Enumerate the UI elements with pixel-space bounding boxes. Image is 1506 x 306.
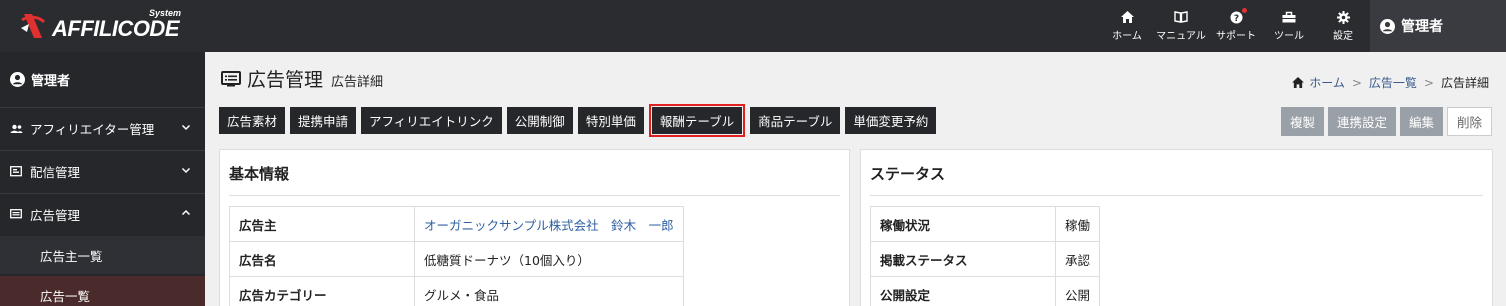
- sidebar-subitem-label: 広告一覧: [40, 288, 91, 304]
- row-key: 掲載ステータス: [870, 241, 1056, 277]
- tab-publish-control[interactable]: 公開制御: [506, 107, 573, 134]
- topnav-manual[interactable]: マニュアル: [1155, 0, 1207, 52]
- topnav-tools-label: ツール: [1274, 31, 1304, 42]
- sidebar-user: 管理者: [0, 52, 205, 107]
- breadcrumb-list-link[interactable]: 広告一覧: [1369, 74, 1417, 91]
- topnav-home-label: ホーム: [1112, 31, 1142, 42]
- topnav-tools[interactable]: ツール: [1270, 0, 1308, 52]
- divider: [229, 195, 840, 196]
- chevron-up-icon: [181, 209, 191, 216]
- advertiser-link[interactable]: オーガニックサンプル株式会社 鈴木 一郎: [414, 206, 684, 242]
- breadcrumb-home-link[interactable]: ホーム: [1309, 74, 1345, 91]
- breadcrumb-current: 広告詳細: [1440, 76, 1489, 90]
- row-key: 広告カテゴリー: [229, 276, 415, 306]
- chevron-down-icon: [181, 167, 191, 174]
- tab-reward-table[interactable]: 報酬テーブル: [648, 104, 746, 137]
- sidebar-subitem-advertisers[interactable]: 広告主一覧: [0, 236, 205, 274]
- tab-affiliate-link[interactable]: アフィリエイトリンク: [361, 107, 502, 134]
- ad-icon: [10, 209, 24, 221]
- row-value: 稼働: [1054, 206, 1101, 242]
- tab-special-price[interactable]: 特別単価: [577, 107, 644, 134]
- page-title-text: 広告管理: [247, 69, 324, 91]
- logo-text: AFFILICODE: [52, 16, 180, 41]
- logo-mark-icon: [21, 14, 46, 38]
- home-icon: [1119, 10, 1135, 24]
- table-row: 掲載ステータス 承認: [870, 241, 1101, 277]
- breadcrumb: ホーム > 広告一覧 > 広告詳細: [1292, 74, 1489, 91]
- tab-partnership-requests[interactable]: 提携申請: [290, 107, 357, 134]
- table-row: 広告名 低糖質ドーナツ（10個入り）: [229, 241, 684, 277]
- sidebar-item-ads[interactable]: 広告管理: [0, 193, 205, 235]
- app-logo[interactable]: AFFILICODE System: [18, 8, 198, 46]
- sidebar-subitem-ads-list[interactable]: 広告一覧: [0, 276, 205, 306]
- topnav-support[interactable]: ? サポート: [1214, 0, 1258, 52]
- row-key: 公開設定: [870, 276, 1056, 306]
- user-circle-icon: [10, 72, 25, 87]
- delete-button[interactable]: 削除: [1446, 107, 1492, 136]
- row-value: グルメ・食品: [414, 276, 684, 306]
- book-icon: [1173, 10, 1189, 24]
- chevron-down-icon: [181, 124, 191, 131]
- row-key: 稼働状況: [870, 206, 1056, 242]
- logo-sub-text: System: [149, 8, 182, 18]
- delivery-icon: [10, 166, 24, 178]
- topnav-settings-label: 設定: [1333, 31, 1353, 42]
- action-buttons: 複製 連携設定 編集 削除: [1277, 107, 1492, 136]
- table-row: 広告カテゴリー グルメ・食品: [229, 276, 684, 306]
- divider: [870, 195, 1483, 196]
- basic-info-table: 広告主 オーガニックサンプル株式会社 鈴木 一郎 広告名 低糖質ドーナツ（10個…: [229, 206, 684, 306]
- ad-list-icon: [221, 71, 241, 87]
- row-key: 広告名: [229, 241, 415, 277]
- help-icon: ?: [1228, 8, 1247, 24]
- topnav-settings[interactable]: 設定: [1326, 0, 1360, 52]
- status-title: ステータス: [870, 165, 946, 183]
- tab-product-table[interactable]: 商品テーブル: [750, 107, 841, 134]
- sidebar-item-label: アフィリエイター管理: [30, 122, 155, 137]
- row-value: 承認: [1054, 241, 1101, 277]
- user-circle-icon: [1380, 18, 1395, 34]
- users-icon: [10, 123, 24, 135]
- gear-icon: [1335, 10, 1351, 24]
- page-subtitle: 広告詳細: [331, 75, 384, 90]
- page-title: 広告管理 広告詳細: [221, 65, 383, 92]
- basic-info-title: 基本情報: [229, 165, 290, 183]
- sidebar-subitem-label: 広告主一覧: [40, 248, 103, 264]
- tab-price-change-reservation[interactable]: 単価変更予約: [845, 107, 937, 134]
- admin-menu[interactable]: 管理者: [1370, 0, 1506, 52]
- ad-detail-tabs: 広告素材 提携申請 アフィリエイトリンク 公開制御 特別単価 報酬テーブル 商品…: [219, 104, 941, 137]
- topnav-support-label: サポート: [1216, 31, 1256, 42]
- top-bar: AFFILICODE System ホーム マニュアル ? サポート ツール 設…: [0, 0, 1506, 52]
- tab-ad-materials[interactable]: 広告素材: [219, 107, 286, 134]
- basic-info-panel: 基本情報 広告主 オーガニックサンプル株式会社 鈴木 一郎 広告名 低糖質ドーナ…: [219, 149, 850, 306]
- status-table: 稼働状況 稼働 掲載ステータス 承認 公開設定 公開: [870, 206, 1101, 306]
- main-content: 広告管理 広告詳細 ホーム > 広告一覧 > 広告詳細 広告素材 提携申請 アフ…: [205, 52, 1506, 306]
- admin-menu-label: 管理者: [1401, 19, 1443, 35]
- link-settings-button[interactable]: 連携設定: [1327, 107, 1396, 136]
- svg-text:?: ?: [1233, 14, 1238, 24]
- sidebar-item-delivery[interactable]: 配信管理: [0, 150, 205, 192]
- topnav-home[interactable]: ホーム: [1108, 0, 1146, 52]
- breadcrumb-separator: >: [1351, 75, 1362, 90]
- sidebar-item-affiliator[interactable]: アフィリエイター管理: [0, 107, 205, 149]
- breadcrumb-separator: >: [1423, 75, 1434, 90]
- toolbox-icon: [1281, 10, 1297, 24]
- sidebar-item-label: 広告管理: [30, 208, 81, 223]
- table-row: 広告主 オーガニックサンプル株式会社 鈴木 一郎: [229, 206, 684, 242]
- home-icon: [1292, 77, 1305, 88]
- status-panel: ステータス 稼働状況 稼働 掲載ステータス 承認 公開設定 公開: [860, 149, 1493, 306]
- row-value: 公開: [1054, 276, 1101, 306]
- copy-button[interactable]: 複製: [1280, 107, 1324, 136]
- row-value: 低糖質ドーナツ（10個入り）: [414, 241, 684, 277]
- table-row: 稼働状況 稼働: [870, 206, 1101, 242]
- topnav-manual-label: マニュアル: [1156, 31, 1206, 42]
- sidebar: 管理者 アフィリエイター管理 配信管理 広告管理 広告主一覧 広告一覧: [0, 52, 205, 306]
- edit-button[interactable]: 編集: [1399, 107, 1443, 136]
- sidebar-user-label: 管理者: [31, 74, 71, 89]
- row-key: 広告主: [229, 206, 415, 242]
- sidebar-item-label: 配信管理: [30, 165, 81, 180]
- table-row: 公開設定 公開: [870, 276, 1101, 306]
